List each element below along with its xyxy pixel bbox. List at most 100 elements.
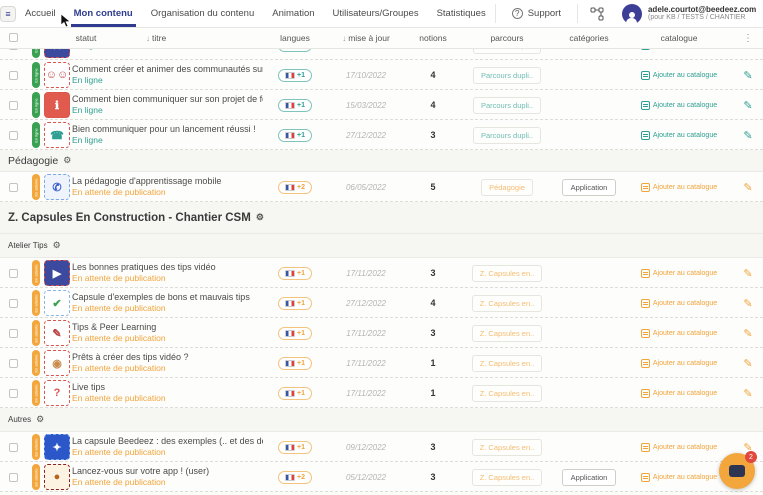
category-chip[interactable]: Application xyxy=(562,179,617,196)
parcours-chip[interactable]: Parcours dupli.. xyxy=(473,67,541,84)
column-header-parcours[interactable]: parcours xyxy=(461,33,553,43)
row-title[interactable]: Tips & Peer Learning xyxy=(72,322,156,333)
thumbnail[interactable]: ✔ xyxy=(44,290,70,316)
row-checkbox[interactable] xyxy=(9,101,18,110)
languages-badge[interactable]: +1 xyxy=(278,129,312,142)
gear-icon[interactable]: ⚙ xyxy=(256,212,264,223)
column-header-langues[interactable]: langues xyxy=(263,33,327,43)
row-title[interactable]: Bien communiquer pour un lancement réuss… xyxy=(72,124,256,135)
parcours-chip[interactable]: Z. Capsules en.. xyxy=(472,295,543,312)
languages-badge[interactable]: +2 xyxy=(278,471,312,484)
row-title[interactable]: Comment créer et animer des communautés … xyxy=(72,64,263,75)
thumbnail[interactable]: ✦ xyxy=(44,434,70,460)
thumbnail[interactable]: ? xyxy=(44,380,70,406)
row-title[interactable]: Les bonnes pratiques des tips vidéo xyxy=(72,262,216,273)
parcours-chip[interactable]: Parcours dupli.. xyxy=(473,97,541,114)
row-title[interactable]: Live tips xyxy=(72,382,105,393)
column-header-statut[interactable]: statut xyxy=(26,33,146,43)
row-checkbox[interactable] xyxy=(9,299,18,308)
languages-badge[interactable]: +2 xyxy=(278,181,312,194)
edit-icon[interactable]: ✎ xyxy=(743,69,752,82)
row-title[interactable]: La pédagogie d'apprentissage mobile xyxy=(72,176,221,187)
languages-badge[interactable]: +1 xyxy=(278,49,312,52)
row-checkbox[interactable] xyxy=(9,329,18,338)
edit-icon[interactable]: ✎ xyxy=(743,297,752,310)
thumbnail[interactable]: ☎ xyxy=(44,122,70,148)
row-checkbox[interactable] xyxy=(9,49,18,50)
edit-icon[interactable]: ✎ xyxy=(743,327,752,340)
add-to-catalogue-link[interactable]: Ajouter au catalogue xyxy=(641,131,717,140)
edit-icon[interactable]: ✎ xyxy=(743,267,752,280)
edit-icon[interactable]: ✎ xyxy=(743,357,752,370)
row-title[interactable]: Lancez-vous sur votre app ! (user) xyxy=(72,466,209,477)
nav-item-mon-contenu[interactable]: Mon contenu xyxy=(65,0,142,27)
add-to-catalogue-link[interactable]: Ajouter au catalogue xyxy=(641,71,717,80)
row-checkbox[interactable] xyxy=(9,131,18,140)
category-chip[interactable]: Application xyxy=(562,469,617,486)
nav-item-organisation-du-contenu[interactable]: Organisation du contenu xyxy=(142,0,264,27)
parcours-chip[interactable]: Parcours dupli.. xyxy=(473,127,541,144)
column-header-titre[interactable]: ↓titre xyxy=(146,33,263,43)
parcours-chip[interactable]: Z. Capsules en.. xyxy=(472,385,543,402)
row-title[interactable]: La capsule Beedeez : des exemples (.. et… xyxy=(72,436,263,447)
add-to-catalogue-link[interactable]: Ajouter au catalogue xyxy=(641,183,717,192)
add-to-catalogue-link[interactable]: Ajouter au catalogue xyxy=(641,359,717,368)
chat-widget-button[interactable]: 2 xyxy=(719,453,755,489)
parcours-chip[interactable]: Z. Capsules en.. xyxy=(472,439,543,456)
user-menu[interactable]: adele.courtot@beedeez.com (pour KB / TES… xyxy=(616,0,763,27)
row-checkbox[interactable] xyxy=(9,359,18,368)
parcours-chip[interactable]: Z. Capsules en.. xyxy=(472,355,543,372)
add-to-catalogue-link[interactable]: Ajouter au catalogue xyxy=(641,443,717,452)
add-to-catalogue-link[interactable]: Ajouter au catalogue xyxy=(641,389,717,398)
add-to-catalogue-link[interactable]: Ajouter au catalogue xyxy=(641,101,717,110)
edit-icon[interactable]: ✎ xyxy=(743,387,752,400)
languages-badge[interactable]: +1 xyxy=(278,357,312,370)
beedeez-logo[interactable]: ≡ xyxy=(0,0,16,27)
add-to-catalogue-link[interactable]: Ajouter au catalogue xyxy=(641,299,717,308)
row-checkbox[interactable] xyxy=(9,473,18,482)
thumbnail[interactable]: ★ xyxy=(44,49,70,58)
add-to-catalogue-link[interactable]: Ajouter au catalogue xyxy=(641,269,717,278)
row-checkbox[interactable] xyxy=(9,443,18,452)
thumbnail[interactable]: ✆ xyxy=(44,174,70,200)
parcours-chip[interactable]: Z. Capsules en.. xyxy=(472,325,543,342)
parcours-chip[interactable]: Z. Capsules en.. xyxy=(472,469,543,486)
row-title[interactable]: Capsule d'exemples de bons et mauvais ti… xyxy=(72,292,250,303)
column-header-catalogue[interactable]: catalogue xyxy=(625,33,733,43)
row-title[interactable]: Comment bien communiquer sur son projet … xyxy=(72,94,263,105)
nav-item-animation[interactable]: Animation xyxy=(263,0,323,27)
languages-badge[interactable]: +1 xyxy=(278,441,312,454)
thumbnail[interactable]: ▶ xyxy=(44,260,70,286)
row-checkbox[interactable] xyxy=(9,71,18,80)
row-title[interactable]: Prêts à créer des tips vidéo ? xyxy=(72,352,189,363)
row-checkbox[interactable] xyxy=(9,183,18,192)
edit-icon[interactable]: ✎ xyxy=(743,181,752,194)
nav-item-statistiques[interactable]: Statistiques xyxy=(428,0,495,27)
org-chart-icon[interactable] xyxy=(578,0,616,27)
column-options-menu-icon[interactable]: ⋮ xyxy=(733,33,763,44)
select-all-checkbox[interactable] xyxy=(9,33,18,42)
parcours-chip[interactable]: Pédagogie xyxy=(481,179,533,196)
thumbnail[interactable]: ℹ xyxy=(44,92,70,118)
thumbnail[interactable]: ◉ xyxy=(44,350,70,376)
languages-badge[interactable]: +1 xyxy=(278,69,312,82)
languages-badge[interactable]: +1 xyxy=(278,387,312,400)
languages-badge[interactable]: +1 xyxy=(278,327,312,340)
languages-badge[interactable]: +1 xyxy=(278,297,312,310)
edit-icon[interactable]: ✎ xyxy=(743,49,752,52)
row-checkbox[interactable] xyxy=(9,269,18,278)
thumbnail[interactable]: ☺☺ xyxy=(44,62,70,88)
nav-item-utilisateurs-groupes[interactable]: Utilisateurs/Groupes xyxy=(324,0,428,27)
edit-icon[interactable]: ✎ xyxy=(743,99,752,112)
row-checkbox[interactable] xyxy=(9,389,18,398)
parcours-chip[interactable]: Parcours dupli.. xyxy=(473,49,541,54)
add-to-catalogue-link[interactable]: Ajouter au catalogue xyxy=(641,49,717,50)
gear-icon[interactable]: ⚙ xyxy=(36,414,44,425)
column-header-mise-a-jour[interactable]: ↓mise à jour xyxy=(327,33,405,43)
languages-badge[interactable]: +1 xyxy=(278,99,312,112)
support-button[interactable]: ? Support xyxy=(496,0,577,27)
add-to-catalogue-link[interactable]: Ajouter au catalogue xyxy=(641,329,717,338)
thumbnail[interactable]: ✎ xyxy=(44,320,70,346)
column-header-categories[interactable]: catégories xyxy=(553,33,625,43)
gear-icon[interactable]: ⚙ xyxy=(63,155,71,166)
